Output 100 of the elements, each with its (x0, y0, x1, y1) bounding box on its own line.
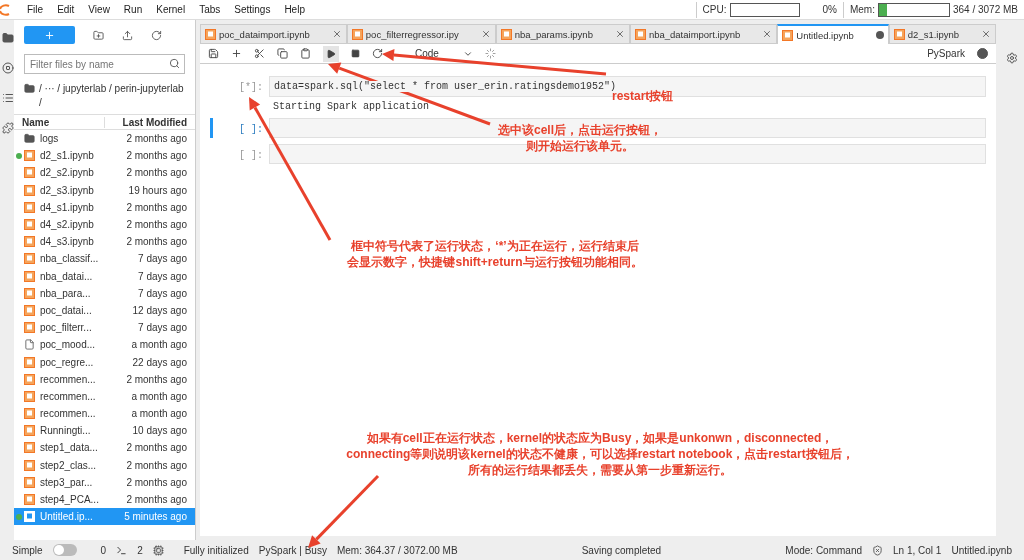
notebook-icon (24, 184, 35, 196)
stop-icon[interactable] (351, 49, 360, 58)
notebook-icon (24, 304, 35, 316)
notebook-icon (24, 476, 35, 488)
mode-label: Simple (12, 544, 43, 556)
file-row[interactable]: logs 2 months ago (14, 130, 195, 148)
column-header[interactable]: Last Modified (104, 116, 195, 128)
notebook-tab[interactable]: poc_filterregressor.ipy (346, 24, 496, 44)
file-row[interactable]: poc_regre... 22 days ago (14, 353, 195, 371)
file-row[interactable]: nba_para... 7 days ago (14, 284, 195, 302)
file-row[interactable]: poc_datai... 12 days ago (14, 301, 195, 320)
notebook-tab[interactable]: poc_dataimport.ipynb (200, 24, 347, 44)
notebook-icon (205, 28, 216, 40)
notebook-icon (24, 459, 35, 471)
file-modified: 2 months ago (126, 459, 187, 471)
close-icon[interactable] (331, 29, 342, 39)
folder-icon[interactable] (2, 32, 14, 44)
add-cell-icon[interactable] (231, 48, 242, 59)
file-modified: 2 months ago (126, 476, 187, 488)
save-status: Saving completed (581, 544, 662, 556)
file-name: d2_s3.ipynb (40, 184, 95, 196)
file-name: nba_para... (40, 287, 92, 299)
close-icon[interactable] (981, 29, 992, 39)
notebook-icon (24, 253, 35, 265)
file-row[interactable]: d2_s2.ipynb 2 months ago (14, 164, 195, 182)
new-folder-icon[interactable] (93, 29, 104, 41)
file-modified: 12 days ago (132, 304, 187, 316)
file-name: d4_s3.ipynb (40, 236, 95, 248)
file-row[interactable]: d2_s3.ipynb 19 hours ago (14, 181, 195, 199)
restart-icon[interactable] (372, 48, 383, 59)
notebook-icon (24, 442, 35, 454)
menu-item[interactable]: Kernel (149, 4, 193, 15)
file-row[interactable]: step4_PCA... 2 months ago (14, 490, 195, 509)
column-header[interactable]: Name (14, 116, 104, 128)
refresh-icon[interactable] (151, 29, 162, 41)
file-row[interactable]: d4_s1.ipynb 2 months ago (14, 198, 195, 216)
file-row[interactable]: d4_s3.ipynb 2 months ago (14, 233, 195, 251)
file-name: d4_s1.ipynb (40, 201, 95, 213)
file-row[interactable]: poc_mood... a month ago (14, 336, 195, 354)
file-name: poc_filterr... (40, 322, 93, 334)
init-status: Fully initialized (183, 544, 249, 556)
notebook-tab[interactable]: Untitled.ipynb (777, 24, 889, 44)
file-row[interactable]: poc_filterr... 7 days ago (14, 319, 195, 337)
file-row[interactable]: step2_clas... 2 months ago (14, 456, 195, 474)
save-icon[interactable] (208, 48, 219, 59)
file-row[interactable]: d4_s2.ipynb 2 months ago (14, 215, 195, 234)
file-modified: 7 days ago (138, 322, 187, 334)
extension-icon[interactable] (2, 122, 14, 134)
cell-prompt: [ ]: (238, 149, 263, 161)
menu-item[interactable]: View (81, 4, 117, 15)
cut-icon[interactable] (254, 48, 265, 59)
file-name: poc_regre... (40, 356, 95, 368)
notebook-icon (24, 356, 35, 368)
plus-icon (44, 29, 55, 41)
filter-field[interactable]: Filter files by name (24, 54, 185, 74)
file-row[interactable]: recommen... 2 months ago (14, 370, 195, 388)
spinner-icon[interactable] (484, 48, 496, 59)
property-inspector-icon[interactable] (1006, 52, 1018, 64)
notebook-tab[interactable]: nba_params.ipynb (495, 24, 630, 44)
simple-toggle[interactable] (52, 544, 77, 556)
resource-label: Mem: (849, 4, 875, 15)
close-icon[interactable] (762, 29, 773, 39)
breadcrumb-path[interactable]: / ··· / jupyterlab / perin-jupyterlab / (39, 82, 185, 110)
upload-icon[interactable] (122, 29, 133, 41)
copy-icon[interactable] (277, 48, 288, 59)
code-editor[interactable] (269, 118, 986, 138)
menu-item[interactable]: Tabs (192, 4, 228, 15)
file-row[interactable]: Runningti... 10 days ago (14, 422, 195, 440)
running-icon[interactable] (2, 62, 14, 74)
file-row[interactable]: recommen... a month ago (14, 405, 195, 423)
file-name: nba_classif... (40, 253, 100, 265)
cursor-position[interactable]: Ln 1, Col 1 (893, 544, 942, 556)
close-icon[interactable] (614, 29, 625, 39)
notebook-icon (24, 219, 35, 231)
file-modified: 5 minutes ago (124, 511, 187, 523)
notebook-tab[interactable]: nba_dataimport.ipynb (629, 24, 778, 44)
notebook-icon (782, 29, 794, 41)
menu-item[interactable]: Help (277, 4, 312, 15)
file-modified: 22 days ago (132, 356, 187, 368)
file-row[interactable]: step3_par... 2 months ago (14, 473, 195, 491)
kernel-icon (152, 544, 164, 556)
kernel-status[interactable]: PySpark | Busy (258, 544, 327, 556)
notebook-tab[interactable]: d2_s1.ipynb (888, 24, 997, 44)
menu-item[interactable]: Settings (227, 4, 278, 15)
file-row[interactable]: recommen... a month ago (14, 387, 195, 405)
menu-item[interactable]: Edit (50, 4, 82, 15)
paste-icon[interactable] (300, 48, 311, 59)
file-row[interactable]: nba_datai... 7 days ago (14, 267, 195, 285)
menu-item[interactable]: Run (116, 4, 150, 15)
run-button[interactable] (323, 45, 339, 62)
close-icon[interactable] (480, 29, 491, 39)
notebook-icon (500, 28, 512, 40)
mode-status[interactable]: Mode: Command (785, 544, 863, 556)
file-row[interactable]: d2_s1.ipynb 2 months ago (14, 147, 195, 165)
file-row[interactable]: step1_data... 2 months ago (14, 439, 195, 457)
file-row[interactable]: nba_classif... 7 days ago (14, 250, 195, 268)
menu-item[interactable]: File (20, 4, 51, 15)
list-icon[interactable] (2, 92, 14, 104)
unsaved-dot (875, 31, 884, 39)
file-modified: a month ago (131, 390, 187, 402)
